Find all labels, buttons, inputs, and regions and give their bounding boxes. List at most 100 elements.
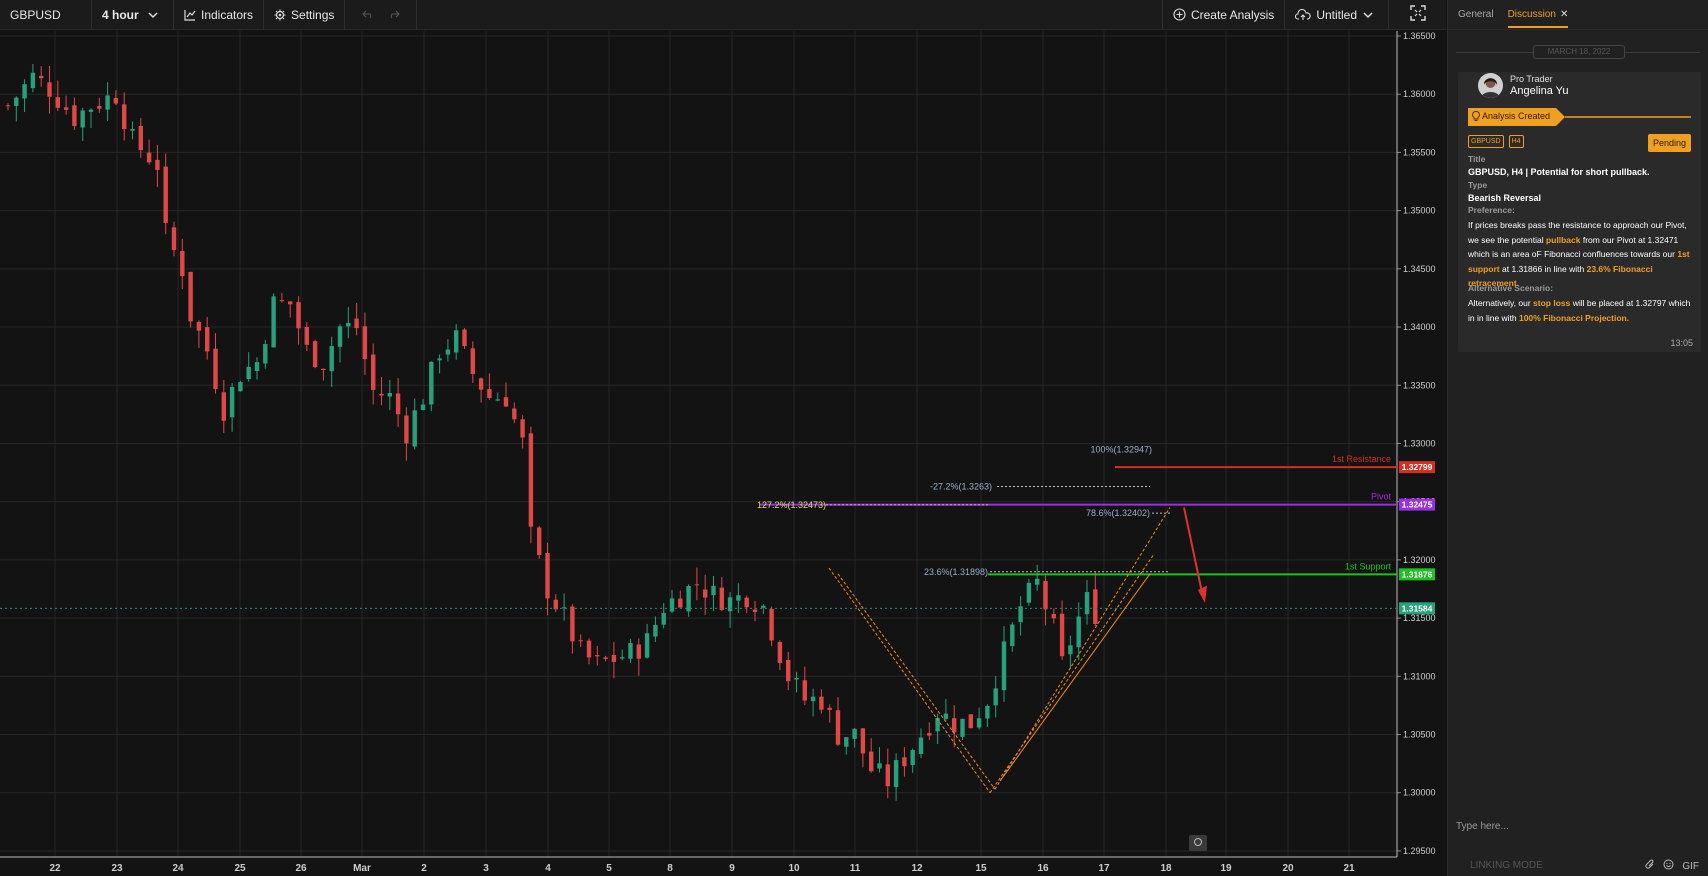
- candle-body: [346, 322, 351, 327]
- settings-label: Settings: [291, 7, 335, 22]
- candle-body: [810, 696, 816, 702]
- candle-body: [636, 644, 641, 659]
- candle-body: [80, 110, 85, 128]
- attachment-icon[interactable]: [1645, 859, 1655, 873]
- candle-body: [595, 655, 600, 657]
- create-analysis-button[interactable]: Create Analysis: [1161, 0, 1284, 30]
- indicators-button[interactable]: Indicators: [174, 0, 265, 30]
- y-axis-tick-label: 1.36500: [1403, 31, 1436, 41]
- candle-body: [221, 392, 226, 421]
- candle-body: [420, 404, 426, 411]
- candle-body: [371, 354, 376, 390]
- chart-canvas[interactable]: 1.36500 1.36000 1.35500 1.35000 1.34500 1.340…: [0, 31, 1446, 876]
- fib-level-label: -27.2%(1.3263): [930, 482, 992, 492]
- create-analysis-label: Create Analysis: [1190, 7, 1275, 22]
- candle-body: [786, 659, 791, 682]
- y-axis-tick-label: 1.32000: [1403, 555, 1436, 565]
- price-chart[interactable]: 1.36500 1.36000 1.35500 1.35000 1.34500 1.340…: [0, 31, 1446, 876]
- tab-general[interactable]: General: [1458, 9, 1494, 20]
- candle-body: [412, 410, 417, 447]
- y-axis-tick-label: 1.35500: [1403, 147, 1436, 157]
- x-axis-tick-label: 2: [421, 863, 427, 874]
- preference-text-part: at 1.31866 in line with: [1499, 263, 1587, 274]
- candle-body: [885, 764, 890, 787]
- candle-body: [1026, 582, 1032, 603]
- candle-body: [736, 595, 741, 601]
- candle-body: [761, 605, 766, 608]
- x-axis-tick-label: 8: [667, 863, 673, 874]
- y-axis-tick-label: 1.34500: [1403, 264, 1436, 274]
- linking-mode-toggle[interactable]: LINKING MODE: [1470, 860, 1543, 871]
- x-axis-tick-label: 11: [850, 863, 861, 874]
- candle-body: [586, 640, 592, 658]
- candle-body: [279, 300, 285, 302]
- pending-button[interactable]: Pending: [1647, 134, 1691, 152]
- x-axis-tick-label: 12: [911, 863, 923, 874]
- symbol-selector[interactable]: GBPUSD: [0, 0, 92, 30]
- y-axis-tick-label: 1.35000: [1403, 206, 1436, 216]
- x-axis-tick-label: 21: [1343, 863, 1355, 874]
- status-label: Analysis Created: [1482, 111, 1551, 121]
- undo-icon[interactable]: [362, 8, 374, 22]
- message-input[interactable]: [1456, 815, 1696, 837]
- author-role: Pro Trader: [1510, 74, 1553, 84]
- x-axis-tick-label: 5: [606, 863, 612, 874]
- candle-body: [968, 714, 973, 729]
- candle-body: [844, 737, 849, 747]
- x-axis-tick-label: 16: [1037, 863, 1049, 874]
- candle-body: [1076, 616, 1081, 648]
- settings-button[interactable]: Settings: [264, 0, 346, 30]
- indicators-icon: [184, 9, 196, 21]
- candle-body: [395, 393, 401, 415]
- bottom-bar: LINKING MODE GIF: [1448, 854, 1708, 876]
- candle-body: [72, 105, 77, 126]
- discussion-panel: General Discussion ✕ MARCH 18, 2022 Pro T…: [1447, 0, 1708, 876]
- candle-body: [88, 109, 94, 112]
- candle-body: [678, 598, 683, 608]
- candle-body: [437, 358, 442, 361]
- candle-body: [379, 393, 384, 396]
- level-label: 1st Support: [1345, 561, 1392, 571]
- y-axis-tick-label: 1.30500: [1403, 730, 1436, 740]
- candle-body: [545, 552, 550, 599]
- x-axis-tick-label: 17: [1098, 863, 1110, 874]
- interval-selector[interactable]: 4 hour: [92, 0, 174, 30]
- fib-level-label: 78.6%(1.32402): [1086, 508, 1150, 518]
- candle-body: [130, 129, 135, 131]
- tag-symbol: GBPUSD: [1468, 135, 1504, 148]
- redo-icon[interactable]: [388, 8, 400, 22]
- emoji-icon[interactable]: [1663, 859, 1674, 873]
- close-icon[interactable]: ✕: [1560, 9, 1568, 20]
- candle-body: [520, 419, 525, 438]
- x-axis-tick-label: 22: [49, 863, 61, 874]
- x-axis-tick-label: 24: [172, 863, 184, 874]
- candle-body: [97, 106, 102, 109]
- candle-body: [794, 677, 799, 680]
- candle-body: [5, 105, 11, 107]
- interval-label: 4 hour: [102, 7, 139, 22]
- candle-body: [802, 680, 807, 701]
- tag-list: GBPUSD H4: [1468, 135, 1524, 148]
- candle-body: [528, 433, 534, 527]
- gif-button[interactable]: GIF: [1682, 861, 1699, 872]
- candle-body: [354, 318, 359, 329]
- price-tag-label: 1.32475: [1402, 500, 1433, 510]
- x-axis-tick-label: 10: [788, 863, 800, 874]
- tab-discussion[interactable]: Discussion ✕: [1507, 9, 1569, 28]
- y-axis-tick-label: 1.34000: [1403, 322, 1436, 332]
- layout-selector[interactable]: Untitled: [1284, 0, 1388, 30]
- pullback-highlight: pullback: [1545, 234, 1581, 245]
- chevron-down-icon: [148, 10, 158, 20]
- candle-body: [205, 327, 210, 352]
- candle-body: [628, 643, 633, 659]
- candle-body: [329, 346, 334, 372]
- candle-body: [827, 707, 832, 710]
- candle-body: [14, 97, 19, 107]
- fullscreen-button[interactable]: [1388, 0, 1446, 30]
- candle-body: [454, 330, 459, 353]
- candle-body: [263, 344, 268, 364]
- chevron-down-icon: [1363, 10, 1373, 20]
- candle-body: [312, 341, 318, 367]
- candle-body: [835, 710, 841, 745]
- candle-body: [321, 368, 326, 371]
